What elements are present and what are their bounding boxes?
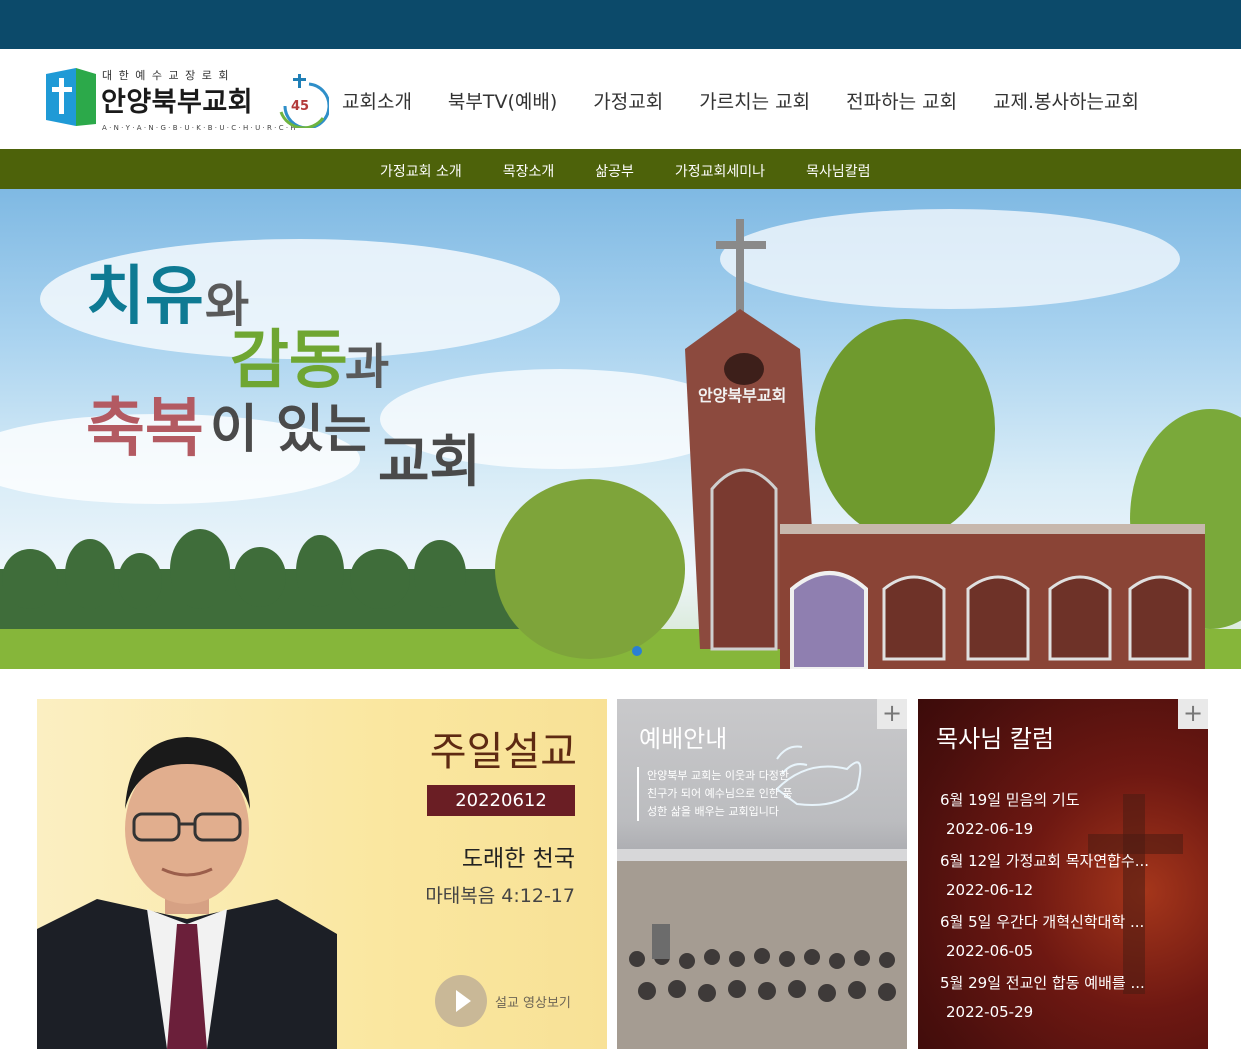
- subnav-mokjang-intro[interactable]: 목장소개: [503, 161, 555, 181]
- column-item[interactable]: 6월 5일 우간다 개혁신학대학 ... 2022-06-05: [940, 911, 1185, 962]
- worship-guide-panel[interactable]: 예배안내 안양북부 교회는 이웃과 다정한 친구가 되어 예수님으로 인한 풍성…: [617, 699, 907, 1049]
- slogan-there-is: 이 있는: [210, 400, 372, 460]
- column-list: 6월 19일 믿음의 기도 2022-06-19 6월 12일 가정교회 목자연…: [940, 789, 1185, 1033]
- subnav-life-study[interactable]: 삶공부: [595, 161, 634, 181]
- column-more-button[interactable]: +: [1178, 699, 1208, 729]
- slogan-blessing: 축복: [86, 392, 204, 466]
- column-item-date: 2022-05-29: [946, 1003, 1034, 1021]
- subnav-pastor-column[interactable]: 목사님칼럼: [806, 161, 870, 181]
- worship-more-button[interactable]: +: [877, 699, 907, 729]
- column-item-title[interactable]: 6월 12일 가정교회 목자연합수...: [940, 850, 1185, 870]
- slogan-healing: 치유: [86, 260, 204, 334]
- worship-title: 예배안내: [639, 725, 728, 753]
- column-item-title[interactable]: 6월 5일 우간다 개혁신학대학 ...: [940, 911, 1185, 931]
- logo-cross-icon: [46, 68, 96, 126]
- nav-fellowship-service[interactable]: 교제.봉사하는교회: [993, 87, 1139, 117]
- column-item-date: 2022-06-19: [946, 820, 1034, 838]
- slider-dot-active[interactable]: [632, 646, 642, 656]
- logo-church-name: 안양북부교회: [101, 87, 254, 118]
- play-icon[interactable]: [435, 975, 487, 1027]
- church-sign: 안양북부교회: [698, 386, 786, 405]
- column-item-date: 2022-06-12: [946, 881, 1034, 899]
- column-item[interactable]: 6월 19일 믿음의 기도 2022-06-19: [940, 789, 1185, 840]
- main-navigation: 교회소개 북부TV(예배) 가정교회 가르치는 교회 전파하는 교회 교제.봉사…: [342, 87, 1139, 117]
- logo-english-name: A·N·Y·A·N·G·B·U·K·B·U·C·H·U·R·C·H: [102, 124, 298, 132]
- nav-teaching-church[interactable]: 가르치는 교회: [699, 87, 810, 117]
- column-item-title[interactable]: 5월 29일 전교인 합동 예배를 ...: [940, 972, 1185, 992]
- subnav-house-church-seminar[interactable]: 가정교회세미나: [675, 161, 765, 181]
- sermon-subtitle: 도래한 천국: [461, 846, 575, 872]
- top-bar: [0, 0, 1241, 49]
- nav-house-church[interactable]: 가정교회: [593, 87, 663, 117]
- nav-evangelizing-church[interactable]: 전파하는 교회: [846, 87, 957, 117]
- sermon-video-label: 설교 영상보기: [495, 995, 571, 1011]
- hero-banner: 안양북부교회 치유 와 감동 과 축복 이 있는 교회: [0, 189, 1241, 669]
- site-header: 대한예수교장로회 안양북부교회 A·N·Y·A·N·G·B·U·K·B·U·C·…: [0, 49, 1241, 149]
- nav-bukbu-tv[interactable]: 북부TV(예배): [448, 87, 557, 117]
- pastor-column-panel: 목사님 칼럼 + 6월 19일 믿음의 기도 2022-06-19 6월 12일…: [918, 699, 1208, 1049]
- column-item-title[interactable]: 6월 19일 믿음의 기도: [940, 789, 1185, 809]
- column-item[interactable]: 5월 29일 전교인 합동 예배를 ... 2022-05-29: [940, 972, 1185, 1023]
- sermon-date-badge: 20220612: [427, 785, 575, 816]
- site-logo[interactable]: 대한예수교장로회 안양북부교회 A·N·Y·A·N·G·B·U·K·B·U·C·…: [46, 66, 331, 136]
- column-item-date: 2022-06-05: [946, 942, 1034, 960]
- svg-text:45: 45: [291, 99, 309, 114]
- anniversary-badge-icon: 45: [279, 74, 329, 128]
- sermon-video-button[interactable]: 설교 영상보기: [435, 975, 571, 1027]
- subnav-house-church-intro[interactable]: 가정교회 소개: [380, 161, 462, 181]
- sermon-verse: 마태복음 4:12-17: [425, 885, 575, 907]
- column-item[interactable]: 6월 12일 가정교회 목자연합수... 2022-06-12: [940, 850, 1185, 901]
- slogan-church: 교회: [378, 430, 482, 495]
- sunday-sermon-panel[interactable]: 주일설교 20220612 도래한 천국 마태복음 4:12-17 설교 영상보…: [37, 699, 607, 1049]
- worship-description: 안양북부 교회는 이웃과 다정한 친구가 되어 예수님으로 인한 풍성한 삶을 …: [637, 767, 797, 821]
- sermon-title: 주일설교: [429, 729, 577, 775]
- pastor-photo: [37, 737, 337, 1049]
- sub-navigation: 가정교회 소개 목장소개 삶공부 가정교회세미나 목사님칼럼: [0, 149, 1241, 189]
- column-title: 목사님 칼럼: [936, 725, 1055, 753]
- nav-church-intro[interactable]: 교회소개: [342, 87, 412, 117]
